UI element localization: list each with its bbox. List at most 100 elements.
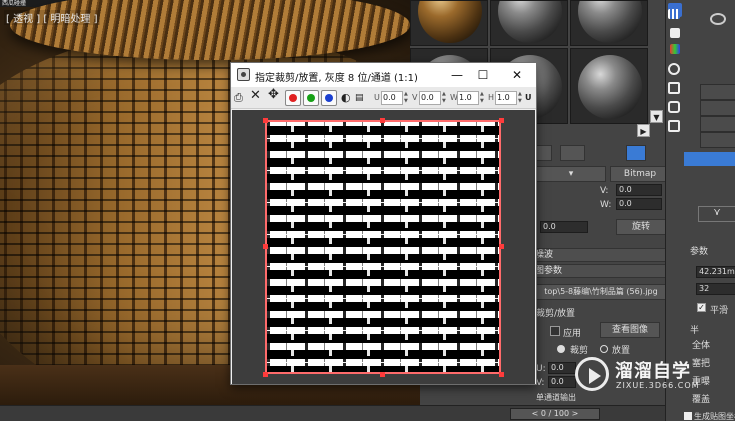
modify-tab-icon[interactable] [670,28,680,38]
view-image-button[interactable]: 查看图像 [600,322,660,338]
blue-dot-icon [325,94,333,102]
material-slot-6[interactable] [570,48,648,124]
green-dot-icon [307,94,315,102]
mono-icon[interactable]: ▤ [355,91,364,105]
radius-field[interactable]: 42.231m [696,266,735,278]
noise-rollout[interactable]: 噪波 [530,248,668,262]
dialog-title: 指定裁剪/放置, 灰度 8 位/通道 (1:1) [255,73,418,84]
rotate-button[interactable]: 旋转 [616,219,666,235]
u-toggle[interactable]: U [525,93,532,102]
crop-handle-bl[interactable] [263,372,268,377]
selected-object-bar[interactable] [684,152,735,166]
display-icon[interactable] [668,101,680,113]
motion-icon[interactable] [668,82,680,94]
material-slot-1[interactable] [410,0,488,46]
close-button[interactable]: ✕ [506,66,528,84]
material-slot-2[interactable] [490,0,568,46]
dialog-toolbar: ⎙ ✕ ✥ ◐ ▤ U 0.0 ▲ ▼ V 0.0 ▲ ▼ W 1.0 ▲ ▼ H 1… [231,87,536,109]
minimize-button[interactable]: — [446,66,468,84]
v-field[interactable]: 0.0 [419,91,441,105]
site-watermark: 溜溜自学 ZIXUE.3D66.COM [575,355,720,399]
crop-handle-left[interactable] [263,244,268,249]
smooth-checkbox[interactable]: ✓ [697,303,706,312]
gen-map-coords-checkbox[interactable] [684,412,692,420]
map-toggle-button[interactable] [626,145,646,161]
crop-handle-right[interactable] [499,244,504,249]
crop-section-label: 裁剪/放置 [536,309,576,319]
move-icon[interactable]: ✥ [268,88,279,102]
hierarchy-icon[interactable] [668,63,680,75]
grid-icon[interactable] [668,9,680,19]
gen-map-coords-label: 生成贴图坐标 [694,412,735,421]
crop-handle-br[interactable] [499,372,504,377]
play-logo-icon [575,357,609,391]
blue-channel-toggle[interactable] [321,90,337,106]
crop-handle-tl[interactable] [263,118,268,123]
u-label: U: [536,364,546,374]
panel-cell[interactable] [700,132,735,148]
panel-cell[interactable] [700,100,735,116]
params-title: 参数 [690,247,709,257]
chevron-down-icon[interactable]: ▼ [650,110,663,123]
bitmap-params-rollout[interactable]: 图参数 [530,264,668,278]
modifier-stack-icon[interactable]: ⋎ [698,206,735,222]
u-crop-field[interactable]: 0.0 [548,362,576,374]
crop-handle-top[interactable] [380,118,385,123]
v-spinner[interactable]: ▲ ▼ [442,91,447,105]
w-offset-field[interactable]: 0.0 [616,198,662,210]
crop-radio[interactable] [557,345,565,353]
green-channel-toggle[interactable] [303,90,319,106]
maximize-button[interactable]: ☐ [472,66,494,84]
viewport-label[interactable]: [ 透视 ] [ 明暗处理 ] [4,10,100,25]
print-icon[interactable]: ⎙ [234,91,243,105]
watermark-title: 溜溜自学 [615,361,691,382]
utilities-icon[interactable] [668,120,680,132]
render-setup-icon[interactable] [710,13,726,25]
w-label: W: [600,200,612,210]
h-field[interactable]: 1.0 [495,91,517,105]
crop-place-dialog: 指定裁剪/放置, 灰度 8 位/通道 (1:1) — ☐ ✕ ⎙ ✕ ✥ ◐ ▤… [230,62,537,385]
watermark-subtitle: ZIXUE.3D66.COM [616,381,700,390]
color-icon[interactable] [670,44,680,54]
option-item-1[interactable]: 全体 [692,338,710,351]
blur-field[interactable]: 0.0 [540,221,588,233]
material-slot-3[interactable] [570,0,648,46]
apply-checkbox[interactable] [550,326,560,336]
show-end-result-button[interactable] [560,145,585,161]
mono-output-label: 单通道输出 [536,393,576,402]
wicker-bump-map-image[interactable] [265,120,501,374]
v-label: V [412,93,418,102]
segments-field[interactable]: 32 [696,283,735,295]
material-sphere-wicker [418,1,482,43]
v-label-2: V: [536,378,545,388]
u-spinner[interactable]: ▲ ▼ [404,91,409,105]
u-field[interactable]: 0.0 [381,91,403,105]
w-spinner[interactable]: ▲ ▼ [480,91,485,105]
alpha-icon[interactable]: ◐ [341,91,351,105]
map-type-dropdown[interactable]: ▾ [536,166,606,182]
image-canvas[interactable] [232,110,535,384]
bitmap-button[interactable]: Bitmap [610,166,670,182]
panel-cell[interactable] [700,116,735,132]
panel-cell[interactable] [700,84,735,100]
v-label: V: [600,186,609,196]
h-spinner[interactable]: ▲ ▼ [518,91,523,105]
red-dot-icon [289,94,297,102]
timeline-bar: < 0 / 100 > [0,405,665,421]
clear-icon[interactable]: ✕ [250,89,261,103]
crop-handle-bottom[interactable] [380,372,385,377]
place-radio[interactable] [600,345,608,353]
crop-handle-tr[interactable] [499,118,504,123]
time-slider[interactable]: < 0 / 100 > [510,408,600,420]
red-channel-toggle[interactable] [285,90,301,106]
bitmap-path-button[interactable]: top\5-8藤编\竹制品篇 (56).jpg [534,284,668,300]
material-sphere [578,1,642,43]
chevron-right-icon[interactable]: ▶ [637,124,650,137]
v-crop-field[interactable]: 0.0 [548,376,576,388]
u-label: U [374,93,380,102]
app-icon [237,68,250,81]
w-field[interactable]: 1.0 [457,91,479,105]
v-offset-field[interactable]: 0.0 [616,184,662,196]
apply-label: 应用 [563,329,582,339]
dialog-titlebar[interactable]: 指定裁剪/放置, 灰度 8 位/通道 (1:1) — ☐ ✕ [231,63,536,87]
